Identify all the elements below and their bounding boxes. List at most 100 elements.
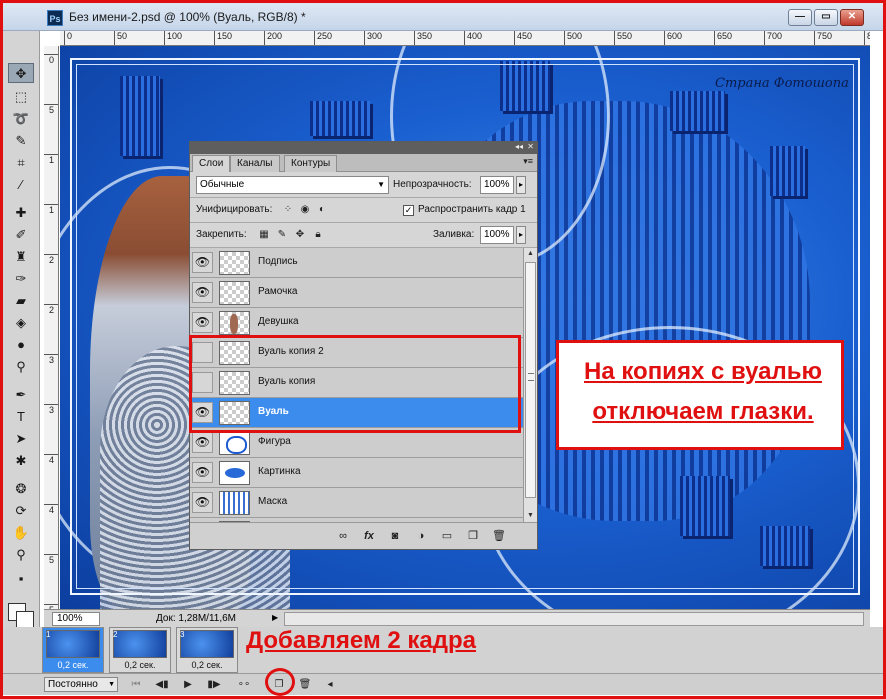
eye-icon[interactable]: 👁︎ (192, 252, 213, 273)
lasso-tool-icon[interactable]: ➰ (8, 109, 34, 129)
frame-delay[interactable]: 0,2 сек. (110, 660, 170, 670)
tab-paths[interactable]: Контуры (284, 155, 338, 172)
fill-slider-arrow[interactable]: ▸ (516, 226, 526, 244)
fill-input[interactable]: 100% (480, 226, 514, 244)
collapse-panel-icon[interactable]: ◂◂ (515, 142, 523, 151)
unify-visibility-icon[interactable]: ◉ (299, 204, 311, 216)
layer-thumbnail (219, 461, 250, 485)
close-button[interactable]: ✕ (840, 9, 864, 26)
trash-icon[interactable]: 🗑︎ (492, 529, 506, 543)
path-selection-tool-icon[interactable]: ➤ (8, 429, 34, 449)
dodge-tool-icon[interactable]: ⚲ (8, 357, 34, 377)
layer-row-podpis[interactable]: 👁︎ Подпись (190, 248, 523, 278)
eyedropper-tool-icon[interactable]: ⁄ (8, 175, 34, 195)
eye-icon[interactable]: 👁︎ (192, 462, 213, 483)
opacity-label: Непрозрачность: (393, 179, 472, 190)
minimize-icon: — (795, 11, 805, 22)
previous-frame-icon[interactable]: ◀▮ (153, 677, 171, 692)
lock-transparency-icon[interactable]: ▦ (258, 229, 270, 241)
type-tool-icon[interactable]: T (8, 407, 34, 427)
frame-delay[interactable]: 0,2 сек. (43, 660, 103, 670)
add-mask-icon[interactable]: ◙ (388, 529, 402, 543)
ruler-tick: 100 (164, 31, 182, 45)
opacity-input[interactable]: 100% (480, 176, 514, 194)
default-colors-icon[interactable]: ▪ (8, 569, 34, 589)
scroll-up-icon[interactable]: ▲ (524, 248, 537, 260)
next-frame-icon[interactable]: ▮▶ (205, 677, 223, 692)
minimize-button[interactable]: — (788, 9, 812, 26)
history-brush-tool-icon[interactable]: ✑ (8, 269, 34, 289)
panel-header-bar: ◂◂ ✕ (190, 142, 537, 154)
horizontal-scrollbar[interactable] (284, 612, 864, 626)
layer-thumbnail (219, 311, 250, 335)
quick-selection-tool-icon[interactable]: ✎ (8, 131, 34, 151)
frame-number: 3 (180, 630, 185, 639)
panel-menu-icon[interactable]: ▾≡ (523, 156, 533, 167)
ruler-tick: 3 (44, 354, 58, 365)
lock-label: Закрепить: (196, 229, 247, 240)
adjustment-layer-icon[interactable]: ◑ (414, 529, 428, 543)
opacity-slider-arrow[interactable]: ▸ (516, 176, 526, 194)
3d-rotate-tool-icon[interactable]: ❂ (8, 479, 34, 499)
3d-orbit-tool-icon[interactable]: ⟳ (8, 501, 34, 521)
frame-delay[interactable]: 0,2 сек. (177, 660, 237, 670)
healing-brush-tool-icon[interactable]: ✚ (8, 203, 34, 223)
layer-row-devushka[interactable]: 👁︎ Девушка (190, 308, 523, 338)
watermark-text: Страна Фотошопа (715, 76, 849, 91)
unify-style-icon[interactable]: ◐ (316, 204, 328, 216)
layer-row-kartinka[interactable]: 👁︎ Картинка (190, 458, 523, 488)
propagate-frame-checkbox[interactable]: ✓ (403, 205, 414, 216)
eraser-tool-icon[interactable]: ▰ (8, 291, 34, 311)
panel-scroll-left-icon[interactable]: ◂ (321, 677, 339, 692)
move-tool-icon[interactable]: ✥ (8, 63, 34, 83)
play-icon[interactable]: ▶ (179, 677, 197, 692)
animation-frame-1[interactable]: 1 0,2 сек. (42, 627, 104, 673)
status-bar: 100% Док: 1,28M/11,6M ▶ (44, 609, 870, 627)
new-layer-icon[interactable]: ❐ (466, 529, 480, 543)
crop-tool-icon[interactable]: ⌗ (8, 153, 34, 173)
unify-position-icon[interactable]: ⁘ (282, 204, 294, 216)
eye-icon[interactable]: 👁︎ (192, 492, 213, 513)
animation-frame-2[interactable]: 2 0,2 сек. (109, 627, 171, 673)
horizontal-ruler: 0 50 100 150 200 250 300 350 400 450 500 550 600 650 7… (60, 31, 870, 46)
paint-bucket-tool-icon[interactable]: ◈ (8, 313, 34, 333)
layer-style-icon[interactable]: fx (362, 529, 376, 543)
lock-pixels-icon[interactable]: ✎ (276, 229, 288, 241)
eye-icon[interactable]: 👁︎ (192, 312, 213, 333)
clone-stamp-tool-icon[interactable]: ♜ (8, 247, 34, 267)
pen-tool-icon[interactable]: ✒ (8, 385, 34, 405)
layer-row-maska[interactable]: 👁︎ Маска (190, 488, 523, 518)
layer-thumbnail (219, 251, 250, 275)
lock-all-icon[interactable]: 🔒︎ (312, 229, 324, 241)
blend-mode-select[interactable]: Обычные ▼ (196, 176, 389, 194)
eye-icon[interactable]: 👁︎ (192, 282, 213, 303)
layers-scrollbar[interactable]: ▲ ▼ (523, 248, 537, 522)
marquee-tool-icon[interactable]: ⬚ (8, 87, 34, 107)
status-menu-icon[interactable]: ▶ (272, 613, 278, 622)
tween-icon[interactable]: ∘∘ (235, 677, 253, 692)
first-frame-icon[interactable]: ⏮ (127, 677, 145, 692)
zoom-tool-icon[interactable]: ⚲ (8, 545, 34, 565)
lock-position-icon[interactable]: ✥ (294, 229, 306, 241)
shape-tool-icon[interactable]: ✱ (8, 451, 34, 471)
maximize-button[interactable]: ▭ (814, 9, 838, 26)
tab-channels[interactable]: Каналы (230, 155, 280, 172)
eye-icon[interactable]: 👁︎ (192, 432, 213, 453)
ruler-tick: 4 (44, 504, 58, 515)
new-group-icon[interactable]: ▭ (440, 529, 454, 543)
delete-frame-icon[interactable]: 🗑︎ (296, 677, 314, 692)
layer-row-ramochka[interactable]: 👁︎ Рамочка (190, 278, 523, 308)
hand-tool-icon[interactable]: ✋ (8, 523, 34, 543)
link-layers-icon[interactable]: ∞ (336, 529, 350, 543)
close-panel-icon[interactable]: ✕ (527, 142, 534, 151)
tab-layers[interactable]: Слои (192, 155, 231, 172)
ruler-tick: 1 (44, 204, 58, 215)
chevron-down-icon: ▼ (108, 681, 115, 688)
animation-frame-3[interactable]: 3 0,2 сек. (176, 627, 238, 673)
brush-tool-icon[interactable]: ✐ (8, 225, 34, 245)
loop-options-select[interactable]: Постоянно ▼ (44, 677, 118, 692)
scroll-thumb[interactable] (525, 262, 536, 498)
blur-tool-icon[interactable]: ● (8, 335, 34, 355)
scroll-down-icon[interactable]: ▼ (524, 510, 537, 522)
zoom-level-input[interactable]: 100% (52, 612, 100, 626)
